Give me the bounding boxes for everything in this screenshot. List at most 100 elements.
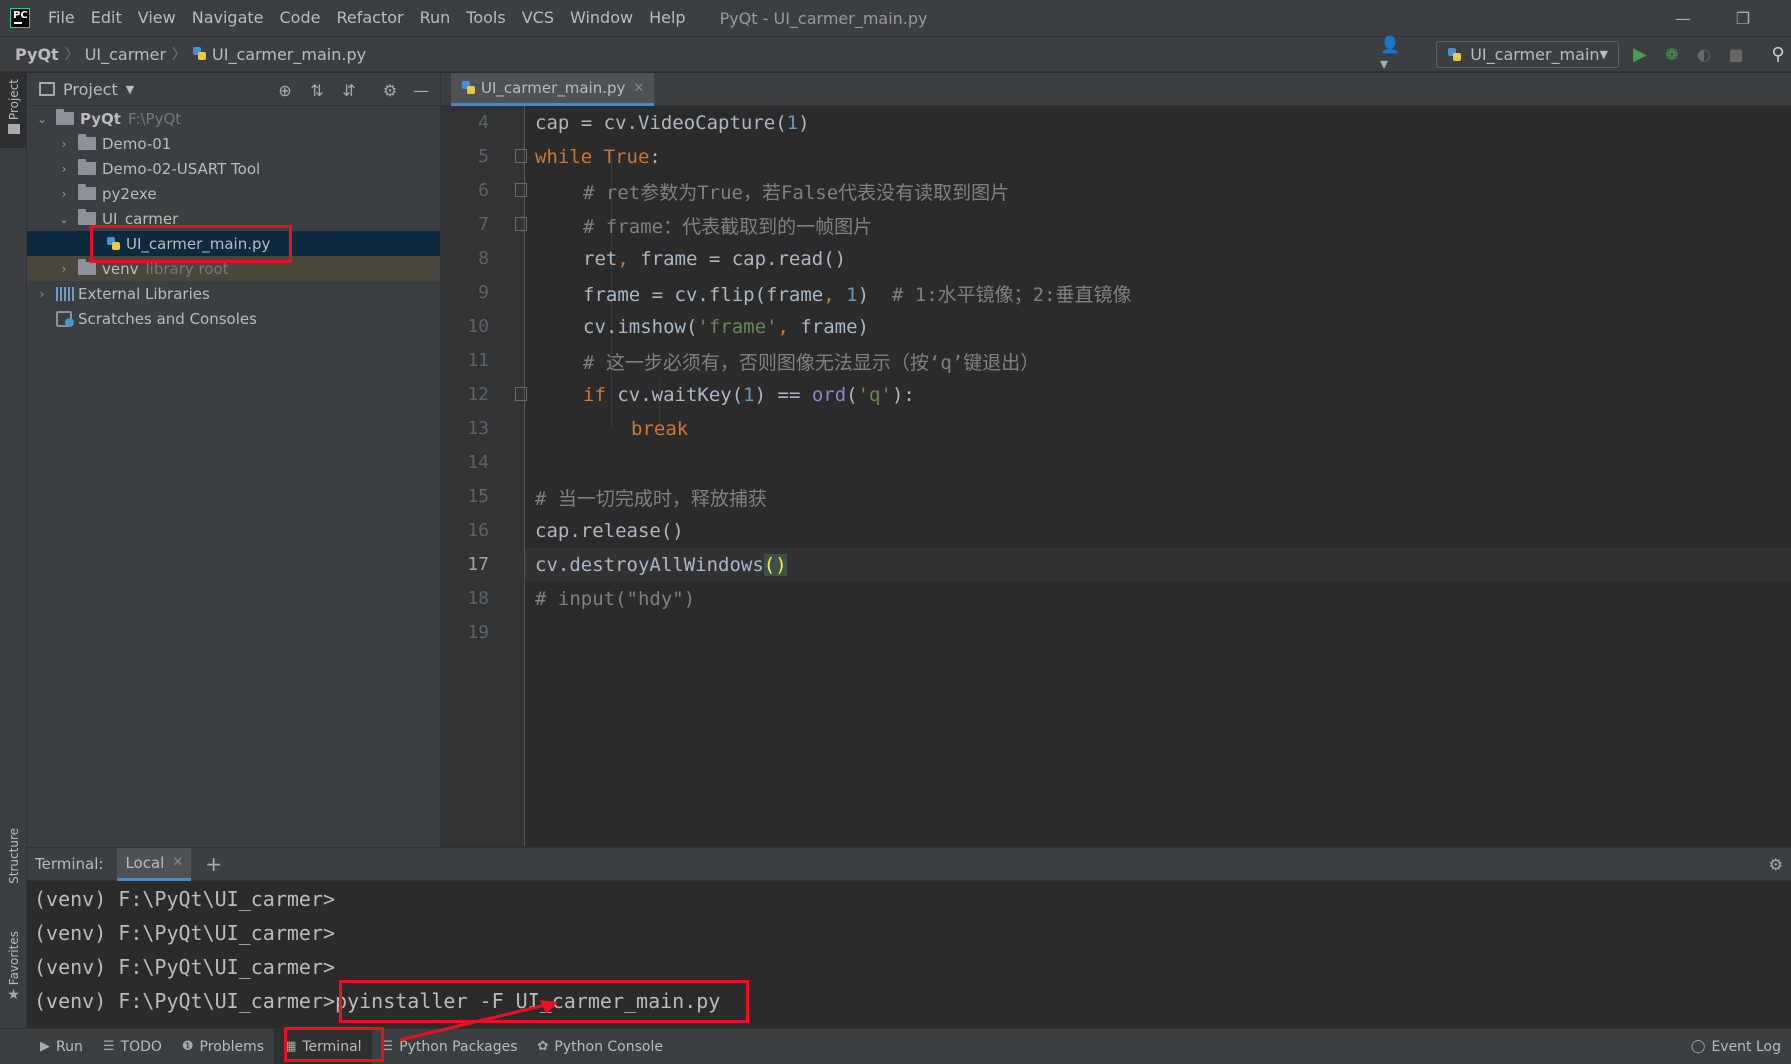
tree-item-label: Demo-02-USART Tool bbox=[102, 159, 261, 178]
folder-icon bbox=[78, 184, 96, 200]
run-configuration-select[interactable]: UI_carmer_main ▼ bbox=[1436, 41, 1619, 68]
code-line-16: cap.release() bbox=[535, 520, 684, 542]
line-number: 15 bbox=[467, 486, 489, 507]
project-tool-tab[interactable]: Project bbox=[0, 73, 27, 148]
search-icon[interactable]: ⚲ bbox=[1765, 41, 1791, 67]
menu-bar: PC File Edit View Navigate Code Refactor… bbox=[0, 0, 1791, 36]
close-icon[interactable]: ✕ bbox=[633, 81, 644, 96]
coverage-icon[interactable]: ◐ bbox=[1691, 41, 1717, 67]
expand-all-icon[interactable]: ⇅ bbox=[306, 79, 328, 101]
chevron-down-icon[interactable]: ⌄ bbox=[57, 212, 71, 226]
tree-item-py2exe[interactable]: › py2exe bbox=[27, 181, 440, 206]
code-line-6: # ret参数为True，若False代表没有读取到图片 bbox=[583, 181, 1010, 204]
add-terminal-icon[interactable]: + bbox=[205, 852, 222, 876]
menu-run[interactable]: Run bbox=[412, 0, 459, 36]
packages-icon: ☰ bbox=[381, 1039, 394, 1054]
tree-item-venv[interactable]: › venv library root bbox=[27, 256, 440, 281]
project-panel: Project ▼ ⊕ ⇅ ⇵ ⚙ — ⌄ PyQt F:\PyQt › Dem… bbox=[27, 73, 441, 847]
tree-item-scratches[interactable]: Scratches and Consoles bbox=[27, 306, 440, 331]
info-icon: ❶ bbox=[181, 1039, 194, 1054]
chevron-right-icon[interactable]: › bbox=[57, 187, 71, 201]
terminal-line: (venv) F:\PyQt\UI_carmer> bbox=[34, 921, 336, 945]
code-line-4: cap = cv.VideoCapture(1) bbox=[535, 112, 810, 134]
event-log-button[interactable]: ◯ Event Log bbox=[1681, 1029, 1791, 1064]
problems-tool-button[interactable]: ❶ Problems bbox=[172, 1029, 274, 1064]
breadcrumb-folder[interactable]: UI_carmer bbox=[79, 45, 172, 64]
tree-item-demo-01[interactable]: › Demo-01 bbox=[27, 131, 440, 156]
project-panel-title[interactable]: Project bbox=[63, 80, 118, 99]
tree-item-ui-carmer[interactable]: ⌄ UI_carmer bbox=[27, 206, 440, 231]
terminal-tab-local[interactable]: Local ✕ bbox=[117, 847, 192, 881]
menu-refactor[interactable]: Refactor bbox=[328, 0, 411, 36]
gear-icon[interactable]: ⚙ bbox=[1769, 855, 1783, 874]
chevron-right-icon[interactable]: › bbox=[57, 262, 71, 276]
run-icon[interactable]: ▶ bbox=[1627, 41, 1653, 67]
hide-icon[interactable]: — bbox=[410, 79, 432, 101]
code-line-12: if cv.waitKey(1) == ord('q'): bbox=[583, 384, 915, 406]
python-file-icon bbox=[461, 80, 477, 96]
code-line-8: ret, frame = cap.read() bbox=[583, 248, 847, 270]
tree-item-label: py2exe bbox=[102, 184, 157, 203]
code-area[interactable]: cap = cv.VideoCapture(1) while True: # r… bbox=[525, 106, 1791, 846]
structure-tool-label: Structure bbox=[6, 828, 21, 884]
python-console-tool-button[interactable]: ✿ Python Console bbox=[528, 1029, 673, 1064]
user-icon[interactable]: 👤▾ bbox=[1380, 35, 1406, 73]
minimize-icon[interactable]: — bbox=[1658, 0, 1708, 36]
chevron-down-icon[interactable]: ▼ bbox=[126, 83, 134, 96]
favorites-tool-tab[interactable]: Favorites ★ bbox=[0, 931, 27, 1026]
close-icon[interactable]: ✕ bbox=[172, 855, 183, 870]
chevron-right-icon[interactable]: › bbox=[35, 287, 49, 301]
library-icon bbox=[56, 286, 74, 301]
menu-help[interactable]: Help bbox=[641, 0, 693, 36]
tree-item-label: UI_carmer_main.py bbox=[126, 234, 271, 253]
folder-icon bbox=[56, 109, 74, 125]
chevron-right-icon[interactable]: › bbox=[57, 162, 71, 176]
menu-navigate[interactable]: Navigate bbox=[184, 0, 272, 36]
code-line-18: # input("hdy") bbox=[535, 588, 696, 610]
breadcrumb-project[interactable]: PyQt bbox=[0, 45, 65, 64]
chevron-down-icon[interactable]: ⌄ bbox=[35, 112, 49, 126]
terminal-tab-label: Local bbox=[125, 853, 165, 872]
editor-tab[interactable]: UI_carmer_main.py ✕ bbox=[451, 73, 655, 106]
run-tool-button[interactable]: ▶ Run bbox=[30, 1029, 93, 1064]
line-number: 16 bbox=[467, 520, 489, 541]
code-line-10: cv.imshow('frame', frame) bbox=[583, 316, 869, 338]
collapse-all-icon[interactable]: ⇵ bbox=[338, 79, 360, 101]
restore-icon[interactable]: ❐ bbox=[1718, 0, 1768, 36]
structure-tool-tab[interactable]: Structure bbox=[0, 828, 27, 908]
gear-icon[interactable]: ⚙ bbox=[379, 79, 401, 101]
code-line-7: # frame：代表截取到的一帧图片 bbox=[583, 215, 873, 238]
menu-tools[interactable]: Tools bbox=[458, 0, 513, 36]
menu-edit[interactable]: Edit bbox=[83, 0, 130, 36]
code-line-13: break bbox=[631, 418, 689, 440]
list-icon: ☰ bbox=[102, 1039, 115, 1054]
todo-tool-button[interactable]: ☰ TODO bbox=[93, 1029, 172, 1064]
tree-item-pyqt[interactable]: ⌄ PyQt F:\PyQt bbox=[27, 106, 440, 131]
menu-file[interactable]: File bbox=[40, 0, 83, 36]
terminal-line: (venv) F:\PyQt\UI_carmer> bbox=[34, 955, 336, 979]
terminal-input-line[interactable]: (venv) F:\PyQt\UI_carmer>pyinstaller -F … bbox=[34, 984, 720, 1018]
tree-item-demo-02[interactable]: › Demo-02-USART Tool bbox=[27, 156, 440, 181]
menu-view[interactable]: View bbox=[130, 0, 184, 36]
menu-window[interactable]: Window bbox=[562, 0, 641, 36]
chevron-right-icon[interactable]: › bbox=[57, 137, 71, 151]
tree-item-ui-carmer-main[interactable]: UI_carmer_main.py bbox=[27, 231, 440, 256]
editor-tab-bar: UI_carmer_main.py ✕ bbox=[441, 73, 1791, 106]
breadcrumb-file[interactable]: UI_carmer_main.py bbox=[186, 45, 372, 64]
menu-code[interactable]: Code bbox=[272, 0, 329, 36]
terminal-tool-button[interactable]: ▦ Terminal bbox=[274, 1028, 372, 1064]
terminal-panel: Terminal: Local ✕ + ⚙ (venv) F:\PyQt\UI_… bbox=[27, 847, 1791, 1028]
stop-icon[interactable]: ■ bbox=[1723, 41, 1749, 67]
breadcrumb-file-label: UI_carmer_main.py bbox=[212, 44, 367, 64]
line-number: 13 bbox=[467, 418, 489, 439]
debug-icon[interactable]: ❁ bbox=[1659, 41, 1685, 67]
tree-item-label: External Libraries bbox=[78, 284, 210, 303]
locate-icon[interactable]: ⊕ bbox=[274, 79, 296, 101]
favorites-tool-label: Favorites bbox=[6, 931, 21, 986]
python-packages-tool-button[interactable]: ☰ Python Packages bbox=[372, 1029, 528, 1064]
tree-item-external-libraries[interactable]: › External Libraries bbox=[27, 281, 440, 306]
code-line-17: cv.destroyAllWindows() bbox=[525, 548, 1791, 582]
python-file-icon bbox=[192, 46, 208, 62]
menu-vcs[interactable]: VCS bbox=[514, 0, 562, 36]
